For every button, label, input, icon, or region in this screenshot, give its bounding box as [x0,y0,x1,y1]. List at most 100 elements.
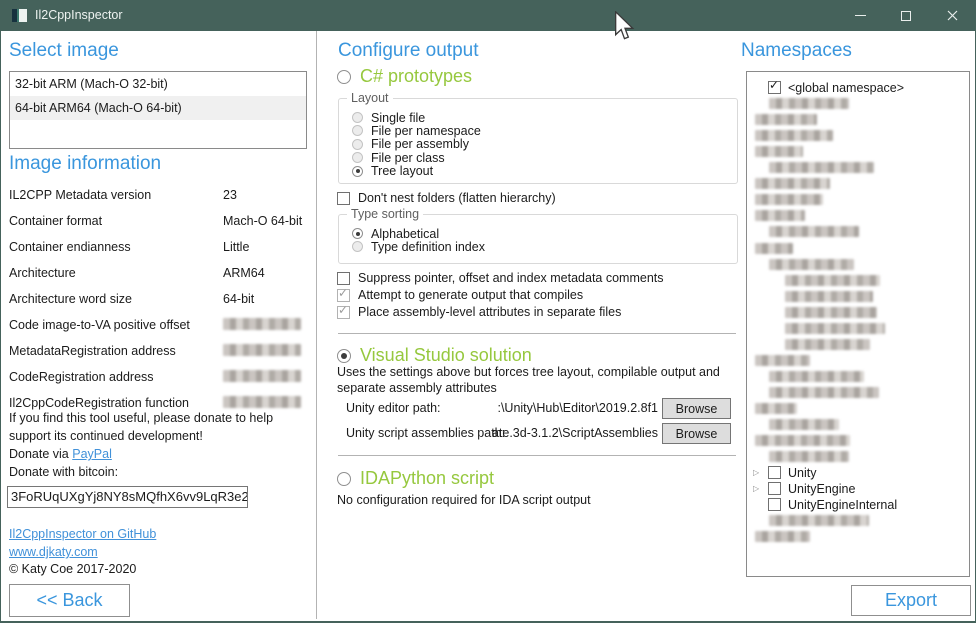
redacted-namespace [769,451,849,462]
expander-icon[interactable]: ▷ [753,484,759,493]
maximize-button[interactable] [883,0,929,31]
namespace-row[interactable] [747,385,969,401]
browse-editor-button[interactable]: Browse [662,398,731,419]
namespace-row[interactable] [747,241,969,257]
namespace-row[interactable] [747,449,969,465]
type-sorting-option[interactable]: Alphabetical [352,227,439,240]
section-divider [338,455,736,456]
layout-option[interactable]: Tree layout [352,165,433,178]
minimize-icon [855,15,866,16]
info-value: 64-bit [223,292,254,306]
namespace-checkbox[interactable] [768,466,781,479]
namespace-row[interactable]: ▷ UnityEngine [747,481,969,497]
namespace-label: UnityEngine [788,482,855,496]
unity-script-path-value[interactable]: ate.3d-3.1.2\ScriptAssemblies [421,426,658,440]
checkbox-icon: ✓ [337,306,350,319]
namespace-checkbox[interactable] [768,482,781,495]
unity-editor-path-value[interactable]: :\Unity\Hub\Editor\2019.2.8f1 [421,401,658,415]
namespace-row[interactable] [747,112,969,128]
browse-script-button[interactable]: Browse [662,423,731,444]
title-bar[interactable]: Il2CppInspector [1,0,975,31]
paypal-link[interactable]: PayPal [72,447,112,461]
bitcoin-address-field[interactable]: 3FoRUqUXgYj8NY8sMQfhX6vv9LqR3e2kzz [7,486,248,508]
csharp-prototypes-radio[interactable]: C# prototypes [337,66,472,87]
namespace-row[interactable] [747,353,969,369]
namespace-row[interactable] [747,433,969,449]
namespace-row[interactable] [747,401,969,417]
namespace-row[interactable] [747,417,969,433]
namespace-row[interactable]: ✓<global namespace> [747,80,969,96]
image-list-item[interactable]: 64-bit ARM64 (Mach-O 64-bit) [10,96,306,120]
layout-option[interactable]: File per assembly [352,138,469,151]
output-option-checkbox[interactable]: ✓ Place assembly-level attributes in sepa… [337,305,621,319]
redacted-value [223,396,301,408]
namespace-row[interactable] [747,513,969,529]
layout-groupbox: Layout Single fileFile per namespaceFile… [338,98,738,184]
layout-option[interactable]: Single file [352,111,425,124]
namespace-row[interactable] [747,273,969,289]
redacted-namespace [769,371,864,382]
redacted-namespace [755,531,810,542]
output-option-label: Place assembly-level attributes in separ… [358,305,621,319]
image-information-header: Image information [9,153,161,175]
namespace-row[interactable] [747,257,969,273]
info-label: MetadataRegistration address [9,344,176,358]
redacted-namespace [769,226,859,237]
donate-text-line1: If you find this tool useful, please don… [9,411,273,425]
flatten-checkbox[interactable]: Don't nest folders (flatten hierarchy) [337,191,556,205]
layout-option[interactable]: File per namespace [352,124,481,137]
type-sorting-groupbox: Type sorting AlphabeticalType definition… [338,214,738,264]
github-link[interactable]: Il2CppInspector on GitHub [9,527,156,541]
layout-option-label: File per namespace [371,124,481,138]
redacted-namespace [769,259,854,270]
visual-studio-radio[interactable]: Visual Studio solution [337,345,532,366]
idapython-description: No configuration required for IDA script… [337,492,591,508]
namespace-row[interactable] [747,128,969,144]
type-sorting-option[interactable]: Type definition index [352,240,485,253]
namespace-row[interactable] [747,208,969,224]
checkmark-icon: ✓ [769,79,779,92]
expander-icon[interactable]: ▷ [753,468,759,477]
app-window: Il2CppInspector Select image 32-bit ARM … [0,0,976,623]
namespace-row[interactable] [747,96,969,112]
image-listbox[interactable]: 32-bit ARM (Mach-O 32-bit)64-bit ARM64 (… [9,71,307,149]
redacted-namespace [755,194,823,205]
namespace-row[interactable] [747,289,969,305]
info-label: Il2CppCodeRegistration function [9,396,189,410]
website-link[interactable]: www.djkaty.com [9,545,98,559]
namespace-row[interactable] [747,305,969,321]
info-label: Architecture [9,266,76,280]
namespace-row[interactable] [747,176,969,192]
back-button[interactable]: << Back [9,584,130,617]
flatten-checkbox-label: Don't nest folders (flatten hierarchy) [358,191,556,205]
image-information-table: IL2CPP Metadata version23Container forma… [9,188,309,414]
export-button[interactable]: Export [851,585,971,616]
namespace-row[interactable] [747,224,969,240]
copyright-text: © Katy Coe 2017-2020 [9,562,136,576]
radio-unselected-icon [337,70,351,84]
namespace-row[interactable] [747,144,969,160]
namespace-checkbox[interactable] [768,498,781,511]
layout-option[interactable]: File per class [352,151,445,164]
info-label: Container endianness [9,240,131,254]
redacted-namespace [755,355,810,366]
namespace-row[interactable] [747,160,969,176]
image-list-item[interactable]: 32-bit ARM (Mach-O 32-bit) [10,72,306,96]
idapython-radio[interactable]: IDAPython script [337,468,494,489]
namespaces-tree[interactable]: ✓<global namespace>▷Unity▷UnityEngineUni… [746,71,970,577]
namespace-label: UnityEngineInternal [788,498,897,512]
namespace-row[interactable] [747,337,969,353]
visual-studio-label: Visual Studio solution [360,345,532,366]
namespace-row[interactable]: UnityEngineInternal [747,497,969,513]
namespace-row[interactable] [747,192,969,208]
namespace-row[interactable]: ▷Unity [747,465,969,481]
output-option-checkbox[interactable]: Suppress pointer, offset and index metad… [337,271,664,285]
checkmark-icon: ✓ [338,304,348,317]
namespace-row[interactable] [747,321,969,337]
output-option-checkbox[interactable]: ✓Attempt to generate output that compile… [337,288,583,302]
minimize-button[interactable] [837,0,883,31]
namespace-row[interactable] [747,529,969,545]
namespace-checkbox[interactable]: ✓ [768,81,781,94]
namespace-row[interactable] [747,369,969,385]
close-button[interactable] [929,0,975,31]
